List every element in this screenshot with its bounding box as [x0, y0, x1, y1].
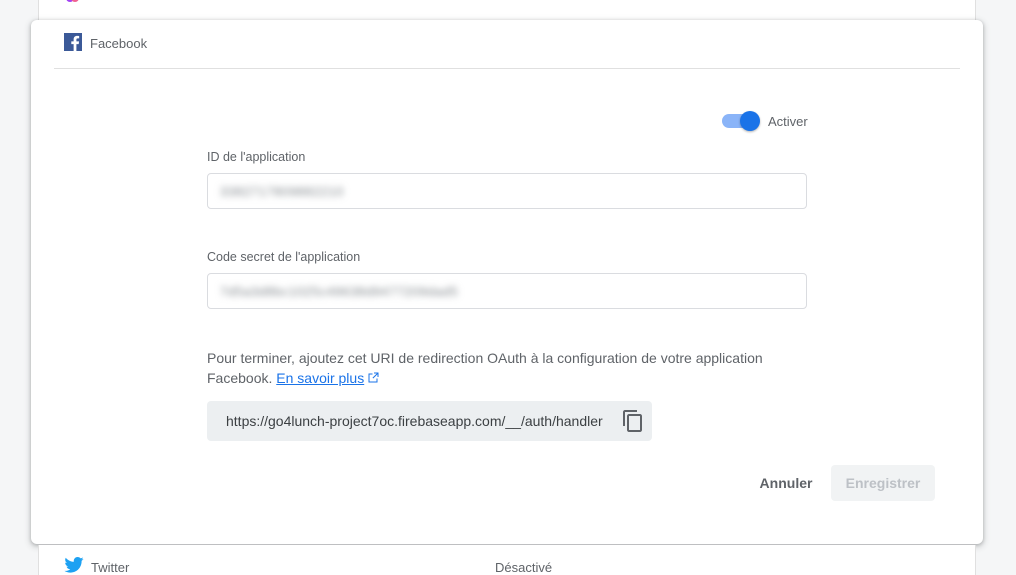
provider-logo-icon	[66, 0, 79, 2]
toggle-track[interactable]	[722, 111, 760, 131]
twitter-label: Twitter	[91, 560, 130, 575]
twitter-provider-row[interactable]: Twitter Désactivé	[38, 545, 976, 575]
previous-provider-row	[38, 0, 976, 20]
app-id-value: 3382717809882210	[220, 183, 344, 199]
redirect-instructions: Pour terminer, ajoutez cet URI de redire…	[207, 348, 787, 388]
app-secret-label: Code secret de l'application	[207, 250, 361, 264]
save-button[interactable]: Enregistrer	[831, 465, 935, 501]
twitter-status: Désactivé	[495, 560, 553, 575]
redirect-uri-box: https://go4lunch-project7oc.firebaseapp.…	[207, 401, 652, 441]
cancel-button[interactable]: Annuler	[747, 465, 825, 501]
facebook-icon	[64, 33, 82, 51]
redirect-uri-text: https://go4lunch-project7oc.firebaseapp.…	[226, 413, 603, 429]
app-secret-field[interactable]: 7d5a3d8bc1025c49638d9477209dad5	[207, 273, 807, 309]
learn-more-link[interactable]: En savoir plus	[276, 370, 380, 386]
copy-icon[interactable]	[621, 409, 645, 433]
twitter-icon	[64, 557, 84, 573]
external-link-icon	[368, 372, 379, 383]
provider-title: Facebook	[90, 36, 148, 51]
app-id-field[interactable]: 3382717809882210	[207, 173, 807, 209]
panel-header: Facebook	[54, 20, 960, 69]
enable-toggle[interactable]: Activer	[722, 110, 808, 132]
toggle-label: Activer	[768, 113, 808, 129]
app-secret-value: 7d5a3d8bc1025c49638d9477209dad5	[220, 283, 459, 299]
app-id-label: ID de l'application	[207, 150, 306, 164]
toggle-thumb[interactable]	[740, 111, 760, 131]
facebook-provider-panel: Facebook Activer ID de l'application 338…	[31, 20, 983, 544]
